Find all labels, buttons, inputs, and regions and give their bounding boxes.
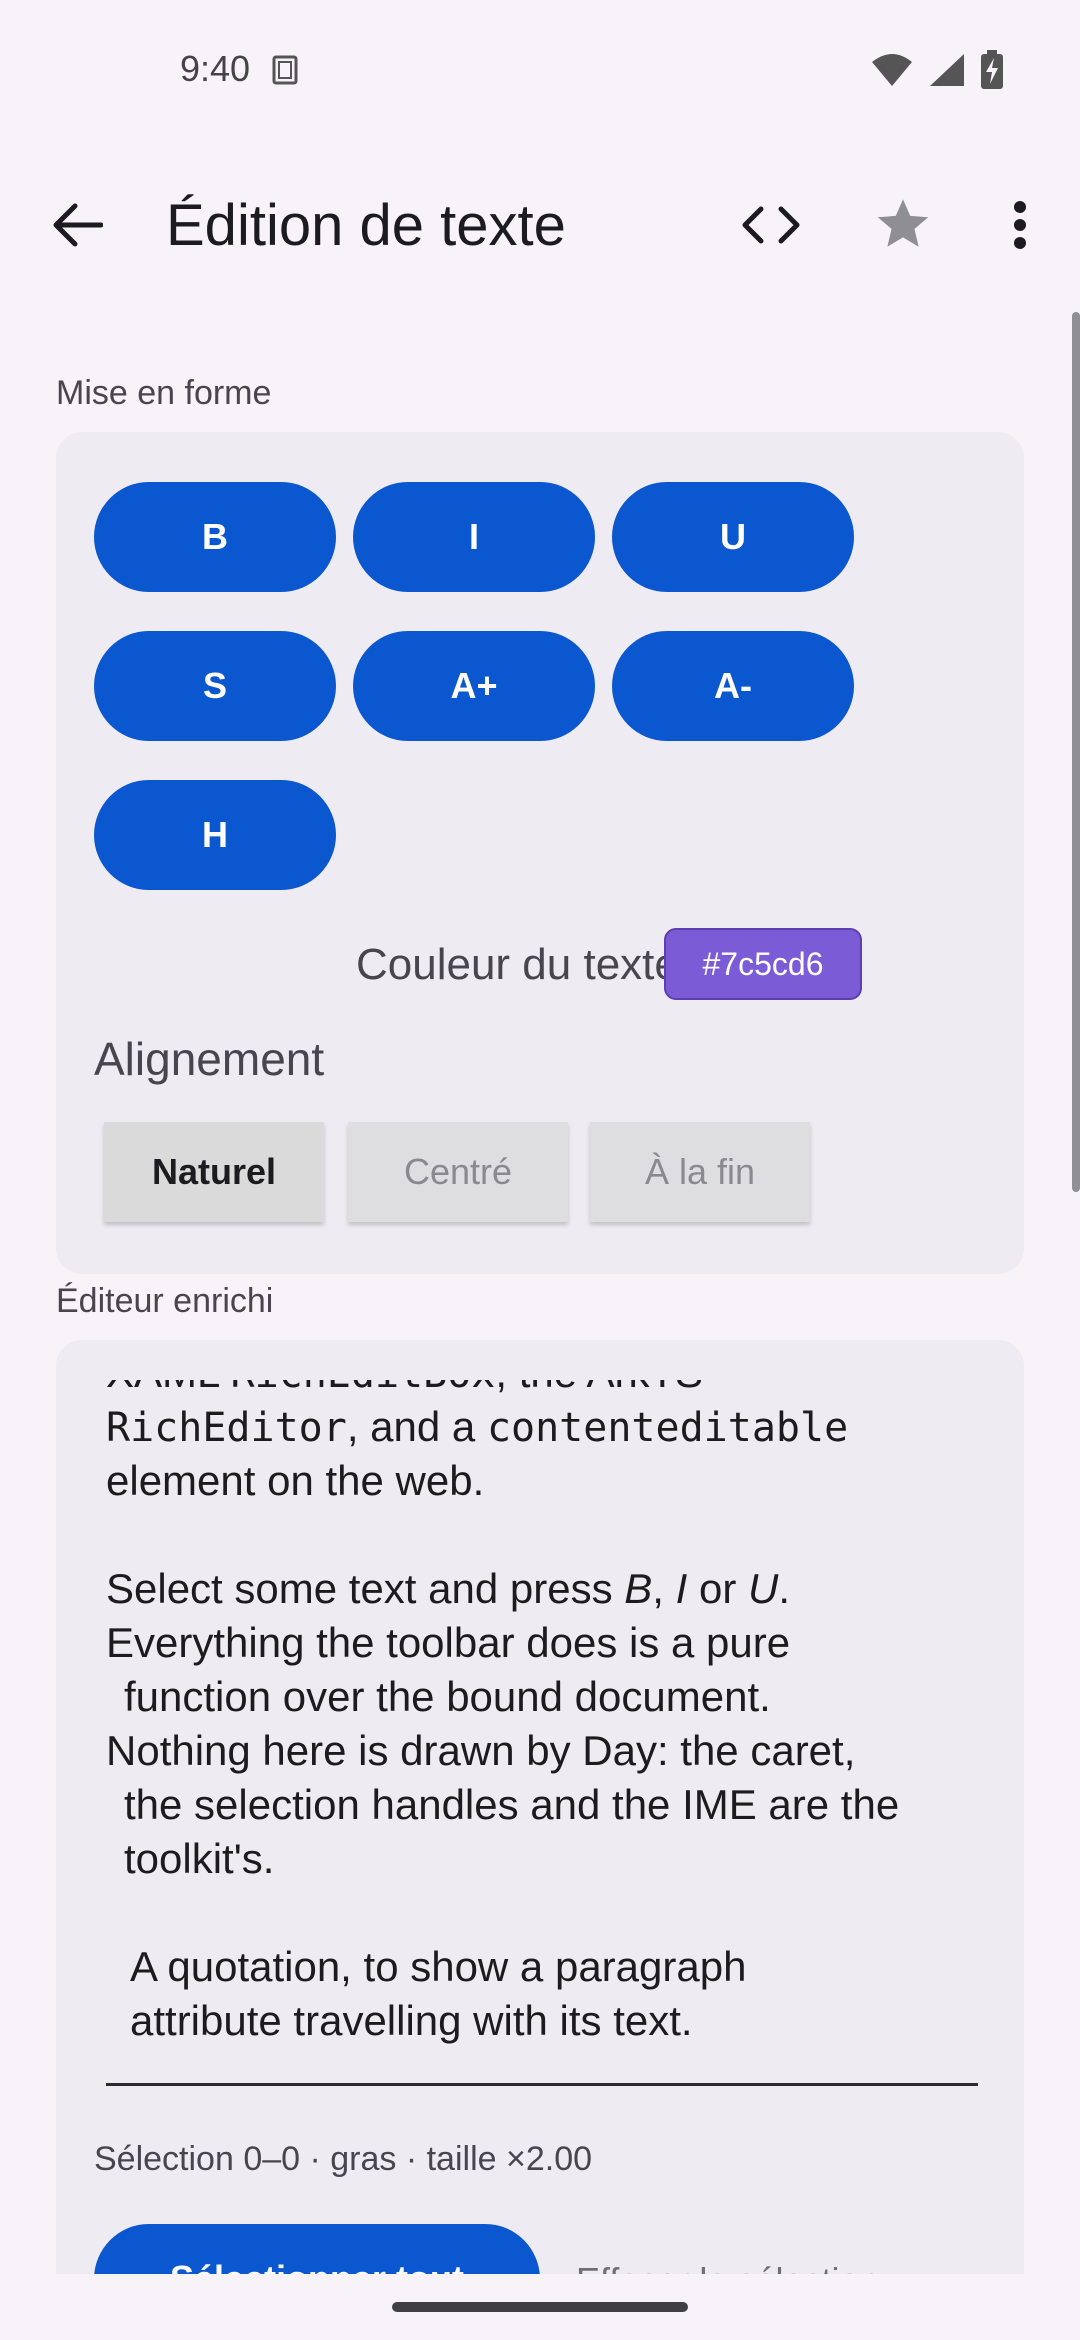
editor-line: Select some text and press B, I or U. — [106, 1565, 790, 1612]
align-center-button[interactable]: Centré — [348, 1122, 568, 1222]
text-color-label: Couleur du texte — [356, 940, 679, 989]
more-vert-icon — [1014, 201, 1026, 249]
editor-blank-line — [106, 1508, 978, 1562]
editor-card: XAML RichEditBox, the ArkTS RichEditor, … — [56, 1340, 1024, 2340]
underline-button[interactable]: U — [612, 482, 854, 592]
bold-button[interactable]: B — [94, 482, 336, 592]
favorite-button[interactable] — [868, 190, 938, 260]
editor-content: XAML RichEditBox, the ArkTS RichEditor, … — [106, 1380, 978, 2048]
back-button[interactable] — [44, 192, 110, 258]
scrollbar[interactable] — [1072, 312, 1080, 1192]
editor-line: Everything the toolbar does is a pure — [106, 1619, 791, 1666]
editor-line: RichEditor, and a contenteditable — [106, 1403, 849, 1451]
editor-line: function over the bound document. — [124, 1673, 771, 1720]
signal-icon — [930, 54, 964, 86]
editor-line: element on the web. — [106, 1457, 485, 1504]
status-time: 9:40 — [180, 48, 251, 89]
editor-line: toolkit's. — [124, 1835, 275, 1882]
status-bar: 9:40 — [0, 0, 1080, 140]
rich-text-editor[interactable]: XAML RichEditBox, the ArkTS RichEditor, … — [106, 1380, 978, 2086]
status-icons — [870, 50, 1004, 90]
editor-quote-line: attribute travelling with its text. — [130, 1997, 693, 2044]
editor-line: Nothing here is drawn by Day: the caret, — [106, 1727, 856, 1774]
code-view-button[interactable] — [736, 192, 806, 258]
strikethrough-button[interactable]: S — [94, 631, 336, 741]
alignment-label: Alignement — [94, 1033, 325, 1085]
page-title: Édition de texte — [166, 193, 566, 258]
editor-section-label: Éditeur enrichi — [56, 1282, 274, 1320]
star-icon — [877, 199, 929, 247]
battery-charging-icon — [981, 50, 1003, 89]
selection-info: Sélection 0–0 · gras · taille ×2.00 — [94, 2140, 593, 2178]
back-arrow-icon — [53, 203, 103, 247]
code-icon — [742, 206, 800, 244]
highlight-button[interactable]: H — [94, 780, 336, 890]
align-end-button[interactable]: À la fin — [590, 1122, 810, 1222]
editor-blank-line — [106, 1886, 978, 1940]
editor-line: XAML RichEditBox, the ArkTS — [106, 1380, 978, 1400]
text-color-chip[interactable]: #7c5cd6 — [664, 928, 862, 1000]
more-options-button[interactable] — [1000, 190, 1040, 260]
format-card: B I U S A+ A- H Couleur du texte #7c5cd6… — [56, 432, 1024, 1274]
home-indicator[interactable] — [392, 2302, 688, 2312]
wifi-icon — [872, 54, 912, 86]
editor-quote-line: A quotation, to show a paragraph — [130, 1943, 747, 1990]
editor-line: the selection handles and the IME are th… — [124, 1781, 900, 1828]
format-section-label: Mise en forme — [56, 374, 272, 412]
align-natural-button[interactable]: Naturel — [104, 1122, 324, 1222]
sim-card-icon — [272, 55, 298, 85]
italic-button[interactable]: I — [353, 482, 595, 592]
app-bar: Édition de texte — [0, 170, 1080, 280]
font-size-decrease-button[interactable]: A- — [612, 631, 854, 741]
font-size-increase-button[interactable]: A+ — [353, 631, 595, 741]
